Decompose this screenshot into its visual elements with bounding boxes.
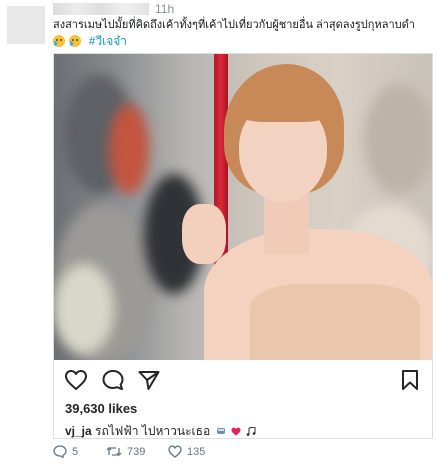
blurred-username — [53, 3, 149, 15]
music-note-icon — [246, 427, 256, 436]
caption-text: รถไฟฟ้า ไปหาวนะเธอ — [91, 424, 211, 438]
like-button[interactable]: 135 — [168, 445, 205, 458]
crying-face-emoji-icon — [69, 35, 82, 47]
avatar[interactable] — [7, 6, 45, 44]
photo-neck — [264, 194, 309, 254]
heart-icon[interactable] — [64, 369, 88, 391]
bookmark-icon[interactable] — [400, 369, 420, 391]
train-emoji-icon — [216, 428, 225, 434]
reply-count: 5 — [72, 445, 79, 458]
comment-icon[interactable] — [101, 369, 125, 391]
share-icon[interactable] — [137, 369, 161, 391]
caption-username[interactable]: vj_ja — [65, 424, 92, 438]
like-heart-icon — [168, 445, 182, 458]
red-heart-emoji-icon — [231, 427, 241, 436]
tweet-text: สงสารเมษไปมั้ยที่คิดถึงเค้าทั้งๆที่เค้าไ… — [53, 19, 415, 31]
reply-button[interactable]: 5 — [53, 445, 78, 458]
post-photo[interactable] — [54, 54, 432, 360]
like-count: 135 — [187, 445, 206, 458]
post-caption: vj_ja รถไฟฟ้า ไปหาวนะเธอ — [65, 422, 256, 438]
photo-bangs — [234, 82, 334, 122]
reply-icon — [53, 445, 67, 458]
tweet-timestamp[interactable]: 11h — [155, 2, 174, 16]
hashtag-link[interactable]: #วีเจจ๋า — [89, 34, 127, 48]
tweet-header: 11h — [53, 2, 293, 16]
retweet-icon — [106, 447, 122, 456]
retweet-button[interactable]: 739 — [106, 445, 145, 458]
post-actions — [54, 360, 432, 396]
photo-hand — [182, 204, 226, 264]
crying-face-emoji-icon — [53, 35, 65, 47]
tweet-action-bar: 5 739 135 — [53, 445, 353, 461]
likes-count[interactable]: 39,630 likes — [65, 401, 137, 416]
tweet-line-2: #วีเจจ๋า — [53, 34, 127, 49]
retweet-count: 739 — [127, 445, 146, 458]
instagram-embed-card[interactable]: 39,630 likes vj_ja รถไฟฟ้า ไปหาวนะเธอ — [53, 53, 433, 439]
photo-top — [250, 284, 420, 360]
